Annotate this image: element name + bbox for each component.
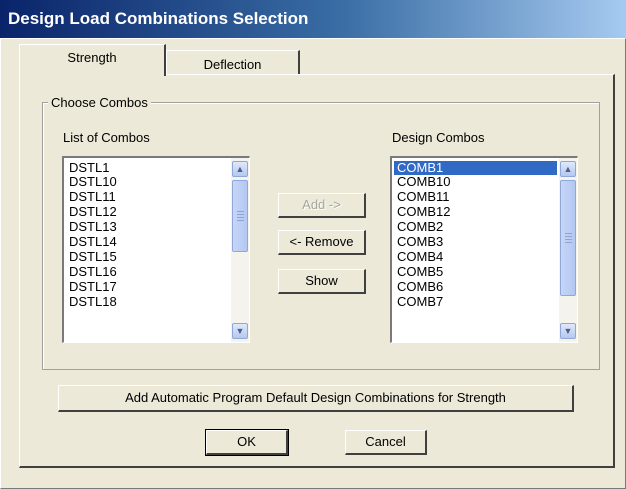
chevron-up-icon[interactable]: ▲ — [232, 161, 248, 177]
list-item[interactable]: DSTL11 — [66, 190, 229, 205]
list-of-combos-label: List of Combos — [63, 130, 150, 145]
chevron-down-icon[interactable]: ▼ — [232, 323, 248, 339]
list-of-combos-listbox[interactable]: DSTL1 DSTL10 DSTL11 DSTL12 DSTL13 DSTL14… — [62, 156, 250, 343]
scroll-thumb[interactable] — [560, 180, 576, 296]
remove-button[interactable]: <- Remove — [278, 230, 366, 255]
list-item[interactable]: COMB4 — [394, 250, 557, 265]
list-item[interactable]: COMB1 — [394, 161, 557, 175]
design-combos-label: Design Combos — [392, 130, 485, 145]
group-title: Choose Combos — [48, 95, 151, 110]
list-item[interactable]: DSTL15 — [66, 250, 229, 265]
list-item[interactable]: COMB7 — [394, 295, 557, 310]
design-combos-listbox[interactable]: COMB1 COMB10 COMB11 COMB12 COMB2 COMB3 C… — [390, 156, 578, 343]
tab-strength[interactable]: Strength — [19, 44, 166, 76]
add-default-combinations-button[interactable]: Add Automatic Program Default Design Com… — [58, 385, 574, 412]
chevron-down-icon[interactable]: ▼ — [560, 323, 576, 339]
list-item[interactable]: DSTL16 — [66, 265, 229, 280]
tab-deflection[interactable]: Deflection — [166, 50, 300, 76]
list-item[interactable]: DSTL14 — [66, 235, 229, 250]
list-item[interactable]: COMB12 — [394, 205, 557, 220]
list-item[interactable]: COMB2 — [394, 220, 557, 235]
list-item[interactable]: COMB10 — [394, 175, 557, 190]
chevron-up-icon[interactable]: ▲ — [560, 161, 576, 177]
list-item[interactable]: COMB5 — [394, 265, 557, 280]
dialog-window: Design Load Combinations Selection Stren… — [0, 0, 626, 489]
list-item[interactable]: DSTL13 — [66, 220, 229, 235]
design-combos-scrollbar[interactable]: ▲ ▼ — [559, 158, 577, 342]
list-item[interactable]: COMB6 — [394, 280, 557, 295]
show-button[interactable]: Show — [278, 269, 366, 294]
ok-button[interactable]: OK — [205, 429, 289, 456]
title-bar[interactable]: Design Load Combinations Selection — [0, 0, 626, 38]
list-item[interactable]: DSTL10 — [66, 175, 229, 190]
list-of-combos-scrollbar[interactable]: ▲ ▼ — [231, 158, 249, 342]
tab-deflection-label: Deflection — [203, 57, 262, 72]
cancel-button[interactable]: Cancel — [345, 430, 427, 455]
window-title: Design Load Combinations Selection — [8, 9, 309, 28]
list-item[interactable]: DSTL18 — [66, 295, 229, 310]
list-item[interactable]: DSTL17 — [66, 280, 229, 295]
list-item[interactable]: COMB3 — [394, 235, 557, 250]
list-item[interactable]: DSTL12 — [66, 205, 229, 220]
scroll-thumb[interactable] — [232, 180, 248, 252]
list-item[interactable]: COMB11 — [394, 190, 557, 205]
add-button[interactable]: Add -> — [278, 193, 366, 218]
list-item[interactable]: DSTL1 — [66, 161, 229, 175]
tab-strength-label: Strength — [67, 50, 117, 65]
